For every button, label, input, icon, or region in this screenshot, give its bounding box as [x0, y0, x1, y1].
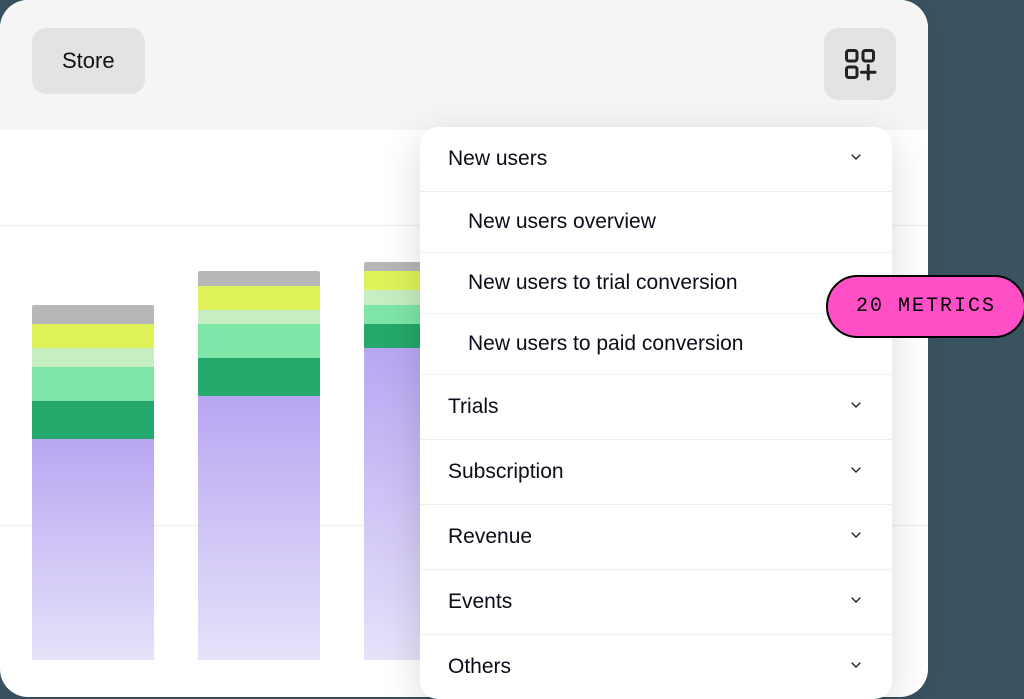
- dropdown-item[interactable]: New users overview: [420, 192, 892, 253]
- chevron-down-icon: [848, 590, 864, 614]
- dropdown-section-label: Events: [448, 590, 512, 614]
- dropdown-section[interactable]: Trials: [420, 375, 892, 440]
- grid-plus-icon: [842, 46, 878, 82]
- chevron-down-icon: [848, 395, 864, 419]
- store-button-label: Store: [62, 48, 115, 73]
- bar-segment: [198, 286, 320, 310]
- bar-segment: [32, 367, 154, 401]
- chart-bar: [32, 305, 154, 660]
- bar-segment: [198, 358, 320, 396]
- dropdown-section-label: Trials: [448, 395, 499, 419]
- bar-group: [32, 180, 486, 660]
- dropdown-item[interactable]: New users to trial conversion: [420, 253, 892, 314]
- dropdown-item[interactable]: New users to paid conversion: [420, 314, 892, 375]
- chevron-down-icon: [848, 147, 864, 171]
- chevron-down-icon: [848, 525, 864, 549]
- dropdown-section[interactable]: Revenue: [420, 505, 892, 570]
- bar-segment: [32, 348, 154, 367]
- chevron-down-icon: [848, 655, 864, 679]
- dropdown-section[interactable]: Events: [420, 570, 892, 635]
- dropdown-item-label: New users to paid conversion: [468, 332, 743, 355]
- dropdown-section-label: Revenue: [448, 525, 532, 549]
- dropdown-section[interactable]: Subscription: [420, 440, 892, 505]
- bar-segment: [198, 310, 320, 324]
- metrics-dropdown: New users New users overview New users to …: [420, 127, 892, 699]
- dropdown-item-label: New users to trial conversion: [468, 271, 738, 294]
- bar-segment: [32, 324, 154, 348]
- chevron-down-icon: [848, 460, 864, 484]
- bar-segment: [198, 396, 320, 660]
- bar-segment: [198, 324, 320, 358]
- card-header: Store: [0, 0, 928, 130]
- dropdown-section-label: New users: [448, 147, 547, 171]
- chart-bar: [198, 271, 320, 660]
- dropdown-item-label: New users overview: [468, 210, 656, 233]
- bar-segment: [32, 401, 154, 439]
- badge-text: 20 METRICS: [856, 295, 996, 318]
- bar-segment: [198, 271, 320, 285]
- dropdown-section[interactable]: New users: [420, 127, 892, 192]
- dropdown-section[interactable]: Others: [420, 635, 892, 699]
- dropdown-section-label: Subscription: [448, 460, 564, 484]
- store-button[interactable]: Store: [32, 28, 145, 94]
- bar-segment: [32, 305, 154, 324]
- add-widget-button[interactable]: [824, 28, 896, 100]
- bar-segment: [32, 439, 154, 660]
- metrics-count-badge: 20 METRICS: [826, 275, 1024, 338]
- dropdown-section-label: Others: [448, 655, 511, 679]
